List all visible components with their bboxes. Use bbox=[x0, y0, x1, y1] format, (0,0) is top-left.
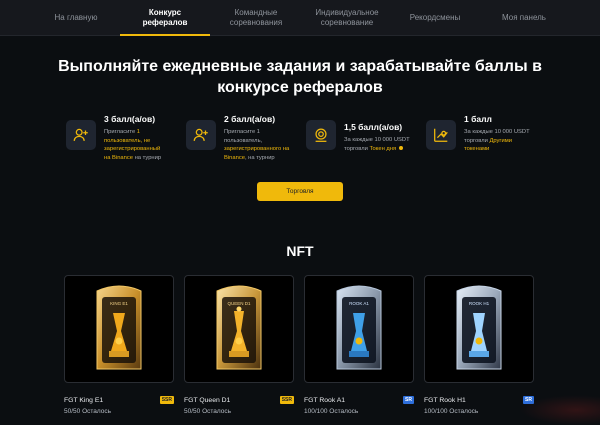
nft-name: FGT Queen D1 bbox=[184, 396, 231, 404]
nft-stock: 100/100 Осталось bbox=[304, 408, 359, 415]
nft-section-title: NFT bbox=[286, 243, 314, 259]
svg-text:ROOK H1: ROOK H1 bbox=[469, 301, 490, 306]
nav-home-label: На главную bbox=[54, 13, 98, 22]
nft-stock: 50/50 Осталось bbox=[64, 408, 112, 415]
page-title: Выполняйте ежедневные задания и зарабаты… bbox=[58, 58, 542, 96]
rarity-badge: SSR bbox=[159, 396, 174, 404]
user-plus-icon bbox=[186, 120, 216, 150]
nft-image: ROOK H1 bbox=[424, 275, 534, 383]
nft-card-queen-d1[interactable]: QUEEN D1 FGT Queen D1 SSR 50/50 Осталось bbox=[184, 275, 294, 415]
task-description: Пригласите 1 пользователь, не зарегистри… bbox=[104, 129, 162, 161]
rook-piece-icon: ROOK A1 bbox=[336, 285, 382, 370]
svg-text:KING E1: KING E1 bbox=[110, 301, 128, 306]
corner-glow bbox=[520, 395, 600, 425]
task-description: За каждые 10 000 USDT торговли Другими т… bbox=[464, 129, 530, 153]
nav-individual-competition-label: Индивидуальное соревнование bbox=[315, 8, 379, 27]
nav-individual-competition[interactable]: Индивидуальное соревнование bbox=[302, 0, 392, 36]
nav-my-dashboard[interactable]: Моя панель bbox=[488, 0, 560, 36]
nft-image: QUEEN D1 bbox=[184, 275, 294, 383]
nav-referral-contest-label: Конкурс рефералов bbox=[142, 8, 188, 27]
nft-stock: 50/50 Осталось bbox=[184, 408, 232, 415]
nft-card-rook-h1[interactable]: ROOK H1 FGT Rook H1 SR 100/100 Осталось bbox=[424, 275, 534, 415]
nft-card-rook-a1[interactable]: ROOK A1 FGT Rook A1 SR 100/100 Осталось bbox=[304, 275, 414, 415]
task-description: Пригласите 1 пользователь, зарегистриров… bbox=[224, 129, 290, 161]
nav-home[interactable]: На главную bbox=[28, 0, 124, 36]
nav-referral-contest[interactable]: Конкурс рефералов bbox=[120, 0, 210, 36]
nav-my-dashboard-label: Моя панель bbox=[502, 13, 546, 22]
queen-piece-icon: QUEEN D1 bbox=[216, 285, 262, 370]
top-nav: На главную Конкурс рефералов Командные с… bbox=[0, 0, 600, 36]
nav-record-holders[interactable]: Рекордсмены bbox=[398, 0, 472, 36]
nav-record-holders-label: Рекордсмены bbox=[409, 13, 461, 22]
nft-name: FGT King E1 bbox=[64, 396, 104, 404]
nft-name: FGT Rook H1 bbox=[424, 396, 466, 404]
rarity-badge: SR bbox=[403, 396, 414, 404]
task-points: 1 балл bbox=[464, 114, 492, 124]
chart-trade-icon bbox=[426, 120, 456, 150]
trade-button[interactable]: Торговля bbox=[257, 182, 343, 201]
coin-trade-icon bbox=[306, 120, 336, 150]
task-description: За каждые 10 000 USDT торговли Токен дня bbox=[344, 137, 410, 152]
user-plus-icon bbox=[66, 120, 96, 150]
rarity-badge: SSR bbox=[279, 396, 294, 404]
king-piece-icon: KING E1 bbox=[96, 285, 142, 370]
nft-name: FGT Rook A1 bbox=[304, 396, 346, 404]
svg-text:QUEEN D1: QUEEN D1 bbox=[227, 301, 251, 306]
nft-stock: 100/100 Осталось bbox=[424, 408, 479, 415]
svg-text:ROOK A1: ROOK A1 bbox=[349, 301, 369, 306]
nft-image: KING E1 bbox=[64, 275, 174, 383]
nft-image: ROOK A1 bbox=[304, 275, 414, 383]
nav-team-competitions-label: Командные соревнования bbox=[229, 8, 283, 27]
coin-icon bbox=[398, 146, 403, 151]
rook-piece-icon: ROOK H1 bbox=[456, 285, 502, 370]
nft-card-king-e1[interactable]: KING E1 FGT King E1 SSR 50/50 Осталось bbox=[64, 275, 174, 415]
nav-team-competitions[interactable]: Командные соревнования bbox=[216, 0, 296, 36]
